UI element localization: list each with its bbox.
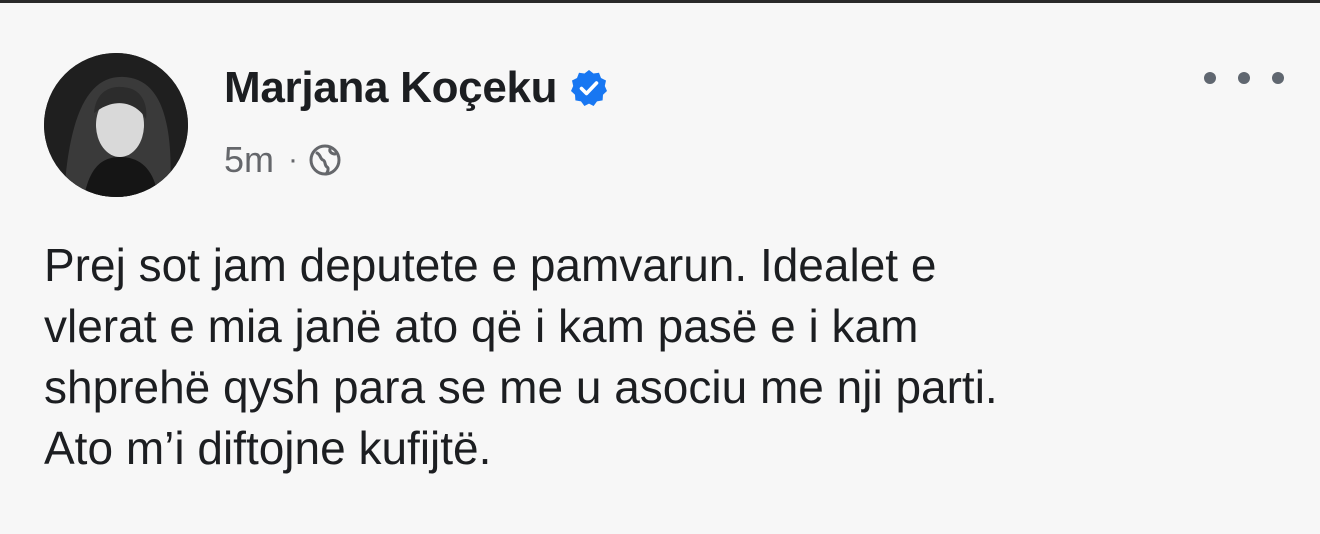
post-meta: 5m · <box>224 139 342 181</box>
author-avatar[interactable] <box>44 53 188 197</box>
more-dot <box>1238 72 1250 84</box>
more-dot <box>1204 72 1216 84</box>
author-name[interactable]: Marjana Koçeku <box>224 63 558 113</box>
post-text-line: Ato m’i diftojne kufijtë. <box>44 422 492 474</box>
avatar-photo <box>44 53 188 197</box>
verified-badge-icon <box>571 70 608 106</box>
author-row: Marjana Koçeku <box>224 63 609 113</box>
post-timestamp[interactable]: 5m <box>224 139 274 181</box>
post-card: Marjana Koçeku 5m · Prej sot jam deputet… <box>0 0 1320 534</box>
post-body: Prej sot jam deputete e pamvarun. Ideale… <box>44 235 1284 479</box>
more-dot <box>1272 72 1284 84</box>
more-options-icon[interactable] <box>1204 61 1284 95</box>
post-text-line: shprehë qysh para se me u asociu me nji … <box>44 361 998 413</box>
post-text-line: vlerat e mia janë ato që i kam pasë e i … <box>44 300 919 352</box>
globe-icon[interactable] <box>308 143 342 177</box>
post-text-line: Prej sot jam deputete e pamvarun. Ideale… <box>44 239 937 291</box>
meta-separator: · <box>288 143 299 176</box>
